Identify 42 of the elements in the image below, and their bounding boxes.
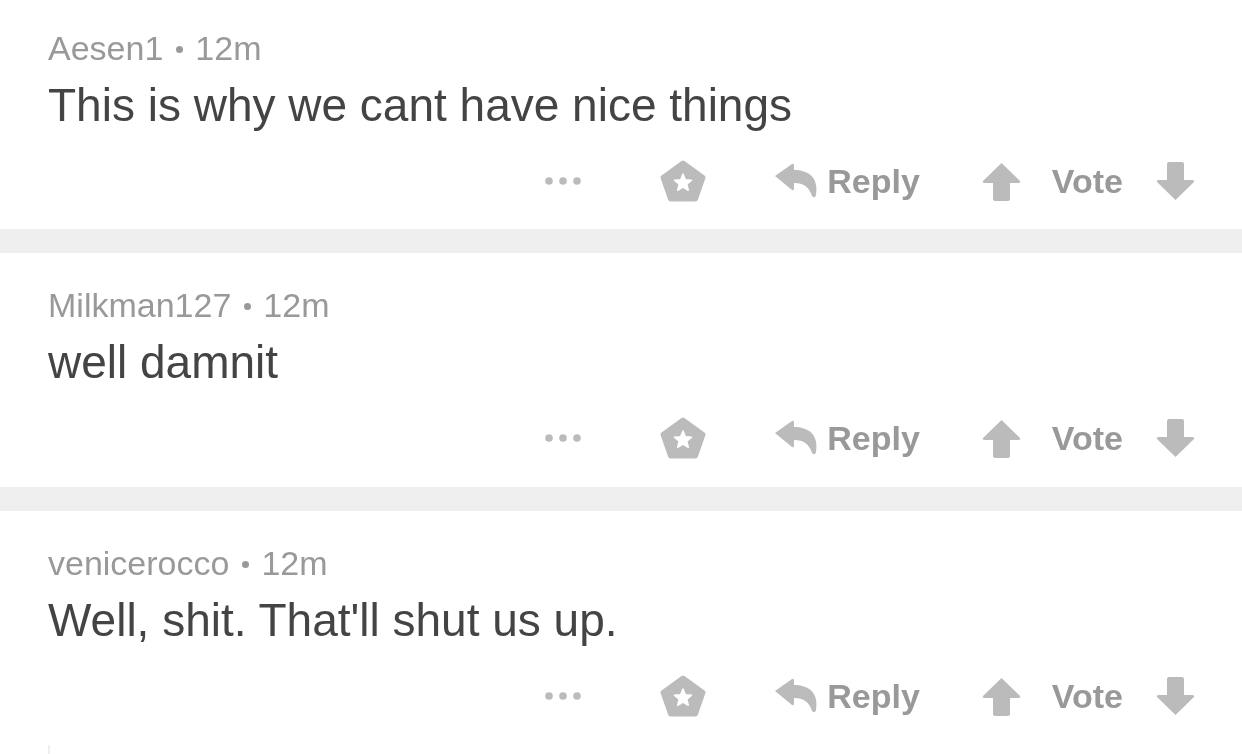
- more-button[interactable]: [545, 434, 582, 442]
- reply-button[interactable]: Reply: [775, 161, 920, 201]
- downvote-button[interactable]: [1155, 417, 1196, 459]
- timestamp: 12m: [195, 30, 262, 66]
- dot-separator-icon: [242, 560, 250, 568]
- down-arrow-icon: [1155, 160, 1196, 202]
- up-arrow-icon: [980, 417, 1022, 459]
- dot-separator-icon: [244, 302, 252, 310]
- more-dots-icon: [545, 692, 582, 700]
- up-arrow-icon: [980, 160, 1022, 202]
- upvote-button[interactable]: [980, 160, 1022, 202]
- comment-text: well damnit: [48, 338, 279, 386]
- more-dots-icon: [545, 434, 582, 442]
- comment-text: Well, shit. That'll shut us up.: [48, 596, 618, 644]
- more-button[interactable]: [545, 177, 582, 185]
- up-arrow-icon: [980, 675, 1022, 717]
- reply-button[interactable]: Reply: [775, 418, 920, 458]
- upvote-button[interactable]: [980, 675, 1022, 717]
- author-name[interactable]: Aesen1: [48, 30, 164, 66]
- more-dots-icon: [545, 177, 582, 185]
- down-arrow-icon: [1155, 675, 1196, 717]
- comment-text: This is why we cant have nice things: [48, 81, 793, 129]
- vote-label: Vote: [1051, 676, 1123, 716]
- star-pentagon-icon: [660, 160, 707, 202]
- vote-label: Vote: [1051, 161, 1123, 201]
- more-button[interactable]: [545, 692, 582, 700]
- down-arrow-icon: [1155, 417, 1196, 459]
- downvote-button[interactable]: [1155, 160, 1196, 202]
- dot-separator-icon: [176, 45, 184, 53]
- upvote-button[interactable]: [980, 417, 1022, 459]
- author-name[interactable]: venicerocco: [48, 545, 230, 581]
- vote-label: Vote: [1051, 418, 1123, 458]
- award-button[interactable]: [660, 160, 707, 202]
- star-pentagon-icon: [660, 675, 707, 717]
- downvote-button[interactable]: [1155, 675, 1196, 717]
- timestamp: 12m: [261, 545, 328, 581]
- star-pentagon-icon: [660, 417, 707, 459]
- author-name[interactable]: Milkman127: [48, 287, 232, 323]
- reply-button[interactable]: Reply: [775, 676, 920, 716]
- award-button[interactable]: [660, 417, 707, 459]
- timestamp: 12m: [263, 287, 330, 323]
- award-button[interactable]: [660, 675, 707, 717]
